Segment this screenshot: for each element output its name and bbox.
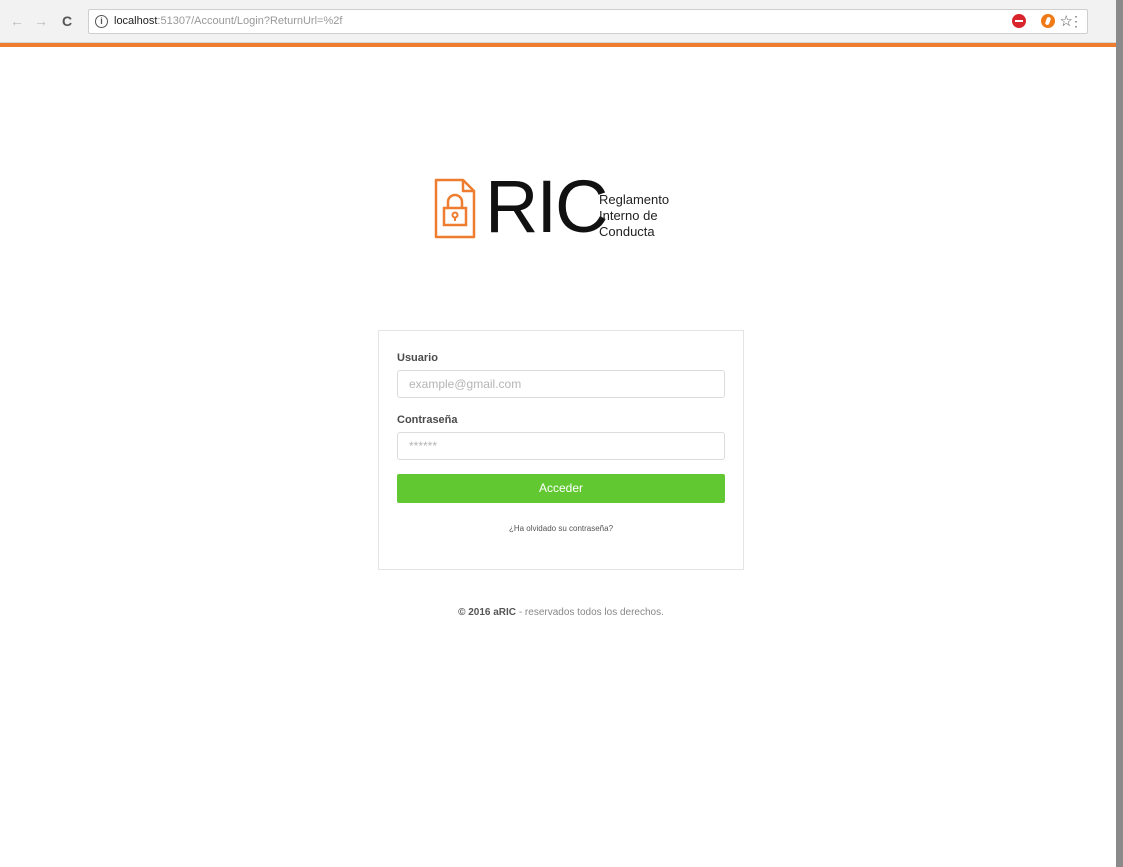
- password-input[interactable]: [398, 433, 724, 459]
- ric-logo: RIC Reglamento Interno de Conducta: [433, 168, 703, 254]
- logo-subtitle-line: Interno de: [599, 208, 658, 223]
- browser-toolbar: ← → C i localhost:51307/Account/Login?Re…: [0, 0, 1116, 43]
- logo-subtitle-line: Conducta: [599, 224, 655, 239]
- username-label: Usuario: [397, 352, 438, 364]
- back-icon[interactable]: ←: [8, 12, 26, 30]
- password-label: Contraseña: [397, 414, 458, 426]
- footer: © 2016 aRIC - reservados todos los derec…: [378, 607, 744, 618]
- logo-subtitle: Reglamento Interno de Conducta: [599, 192, 669, 240]
- accent-bar: [0, 43, 1116, 47]
- forgot-password-link[interactable]: ¿Ha olvidado su contraseña?: [379, 524, 743, 533]
- footer-copyright: © 2016 aRIC: [458, 607, 517, 618]
- username-input[interactable]: [398, 371, 724, 397]
- password-field[interactable]: [397, 432, 725, 460]
- extension-icon[interactable]: [1041, 14, 1055, 28]
- login-form: Usuario Contraseña Acceder ¿Ha olvidado …: [378, 330, 744, 570]
- footer-rights: - reservados todos los derechos.: [516, 607, 664, 618]
- login-button[interactable]: Acceder: [397, 474, 725, 503]
- logo-wordmark: RIC: [485, 165, 608, 248]
- url-host: localhost: [114, 15, 158, 27]
- address-bar[interactable]: i localhost:51307/Account/Login?ReturnUr…: [88, 9, 1088, 34]
- page: ← → C i localhost:51307/Account/Login?Re…: [0, 0, 1123, 867]
- forward-icon[interactable]: →: [32, 12, 50, 30]
- window-edge: [1116, 0, 1123, 867]
- url-path: :51307/Account/Login?ReturnUrl=%2f: [157, 15, 343, 27]
- logo-subtitle-line: Reglamento: [599, 192, 670, 207]
- info-icon[interactable]: i: [95, 15, 108, 28]
- adblock-extension-icon[interactable]: [1012, 14, 1026, 28]
- reload-icon[interactable]: C: [58, 12, 76, 30]
- url-text[interactable]: localhost:51307/Account/Login?ReturnUrl=…: [114, 15, 342, 27]
- browser-menu-icon[interactable]: ⋮: [1067, 12, 1085, 30]
- locked-document-icon: [434, 178, 476, 239]
- username-field[interactable]: [397, 370, 725, 398]
